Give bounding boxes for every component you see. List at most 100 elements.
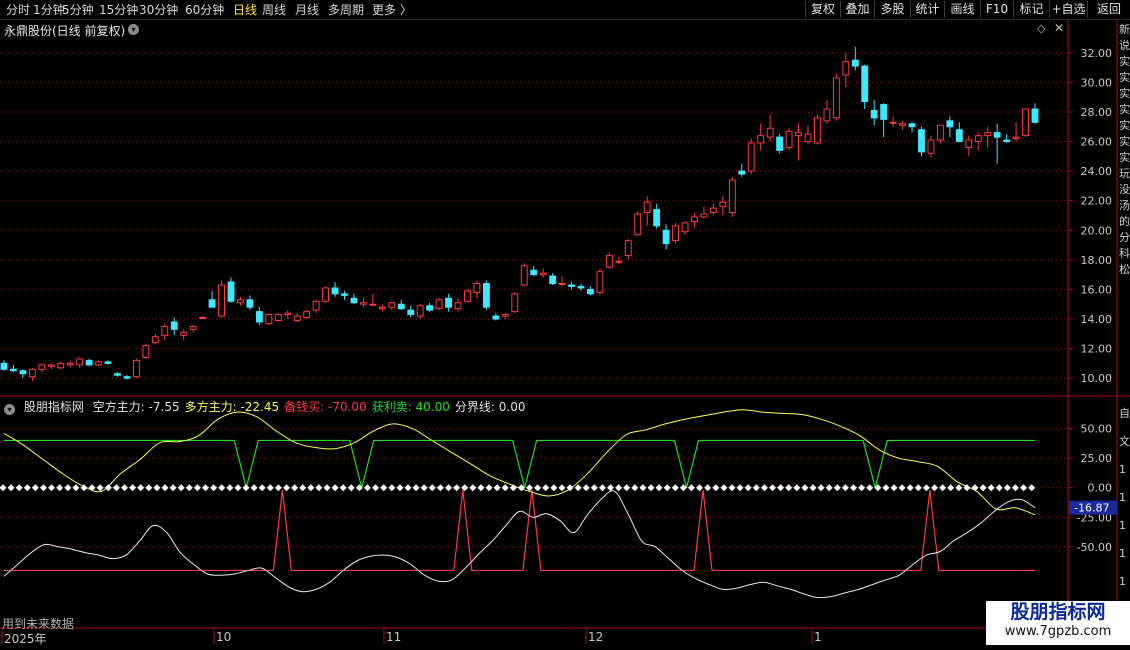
zero-line-marker — [598, 484, 606, 492]
zero-line-marker — [639, 484, 647, 492]
zero-line-marker — [242, 484, 250, 492]
chart-canvas[interactable]: 10.0012.0014.0016.0018.0020.0022.0024.00… — [0, 0, 1130, 650]
zero-line-marker — [1003, 484, 1011, 492]
indicator-legend-item: 获利卖: 40.00 — [372, 400, 450, 414]
candle-body — [558, 283, 566, 286]
candle-body — [492, 315, 500, 320]
candle-body — [397, 303, 405, 310]
price-tick-label: 32.00 — [1081, 47, 1113, 60]
zero-line-marker — [485, 484, 493, 492]
candle-body — [378, 306, 386, 310]
zero-line-marker — [817, 484, 825, 492]
zero-line-marker — [372, 484, 380, 492]
candle-body — [709, 207, 717, 214]
candle-body — [511, 293, 519, 313]
zero-line-marker — [906, 484, 914, 492]
candle-body — [123, 376, 131, 379]
zero-line-marker — [931, 484, 938, 492]
candle-body — [662, 229, 670, 245]
zero-line-marker — [137, 484, 145, 492]
zero-line-marker — [615, 484, 623, 492]
candle-body — [199, 317, 207, 320]
candle-body — [823, 108, 831, 122]
zero-line-marker — [744, 484, 752, 492]
zero-line-marker — [858, 484, 866, 492]
price-tick-label: 12.00 — [1081, 343, 1113, 356]
price-tick-label: 26.00 — [1081, 136, 1113, 149]
candle-body — [880, 104, 888, 120]
zero-line-marker — [688, 484, 695, 492]
candle-body — [10, 368, 17, 372]
zero-line-marker — [291, 484, 299, 492]
candle-body — [804, 133, 812, 143]
candle-body — [643, 201, 651, 214]
candle-body — [936, 124, 944, 141]
candle-body — [577, 285, 585, 289]
candle-body — [255, 311, 263, 323]
indicator-legend-label: 空方主力: — [92, 400, 145, 414]
zero-line-marker — [169, 484, 177, 492]
zero-line-marker — [825, 484, 833, 492]
candle-body — [76, 358, 84, 366]
zero-line-marker — [469, 484, 477, 492]
zero-line-marker — [663, 484, 671, 492]
candle-body — [341, 293, 348, 296]
candle-body — [568, 284, 575, 287]
zero-line-marker — [979, 484, 987, 492]
zero-line-marker — [436, 484, 444, 492]
candle-body — [728, 179, 736, 214]
zero-line-marker — [752, 484, 760, 492]
candle-body — [918, 129, 925, 153]
zero-line-marker — [404, 484, 412, 492]
zero-line-marker — [922, 484, 930, 492]
zero-line-marker — [914, 484, 922, 492]
candle-body — [814, 117, 821, 144]
side-strip-char: 实 — [1119, 87, 1130, 100]
side-strip-char: 松 — [1119, 263, 1130, 276]
indicator-current-value: -16.87 — [1074, 502, 1109, 515]
side-strip-char: 实 — [1119, 151, 1130, 164]
candle-body — [899, 123, 907, 126]
candle-body — [955, 129, 963, 143]
zero-line-marker — [866, 484, 874, 492]
candle-body — [927, 139, 935, 154]
candle-body — [993, 132, 1001, 138]
zero-line-marker — [396, 484, 404, 492]
indicator-tick-label: -50.00 — [1077, 541, 1112, 554]
zero-line-marker — [64, 484, 72, 492]
side-strip-char: 实 — [1119, 55, 1130, 68]
zero-line-marker — [202, 484, 209, 492]
zero-line-marker — [574, 484, 582, 492]
series-line-huolimai — [4, 439, 1035, 488]
zero-line-marker — [218, 484, 226, 492]
candle-body — [851, 59, 859, 67]
candle-body — [501, 314, 509, 317]
indicator-legend-value: -22.45 — [236, 400, 280, 414]
zero-line-marker — [428, 484, 436, 492]
indicator-legend-value: -70.00 — [324, 400, 367, 414]
side-strip-char: 1 — [1119, 547, 1126, 560]
candle-body — [265, 314, 273, 324]
candle-body — [359, 302, 367, 305]
zero-line-marker — [56, 484, 64, 492]
candle-body — [908, 123, 916, 128]
zero-line-marker — [420, 484, 428, 492]
brand-logo: 股朋指标网 www.7gpzb.com — [986, 601, 1130, 645]
indicator-legend-label: 备钱买: — [284, 400, 325, 414]
zero-line-marker — [987, 484, 995, 492]
zero-line-marker — [947, 484, 955, 492]
side-strip-char: 1 — [1119, 575, 1126, 588]
zero-line-marker — [104, 484, 112, 492]
zero-line-marker — [785, 484, 793, 492]
zero-line-marker — [121, 484, 128, 492]
zero-line-marker — [153, 484, 161, 492]
zero-line-marker — [23, 484, 31, 492]
zero-line-marker — [712, 484, 720, 492]
candle-body — [445, 297, 452, 308]
price-axis: 10.00 12.00 14.00 16.00 18.00 20.00 22.00 24.00… — [1068, 47, 1112, 385]
indicator-legend-item: 分界线: 0.00 — [455, 400, 526, 414]
indicator-legend-item: 多方主力: -22.45 — [185, 400, 280, 414]
side-panel-strip: 新说实实实实实实实玩没汤的分科松 — [1119, 22, 1130, 396]
zero-line-marker — [112, 484, 120, 492]
chevron-down-icon[interactable]: ▾ — [4, 404, 15, 415]
